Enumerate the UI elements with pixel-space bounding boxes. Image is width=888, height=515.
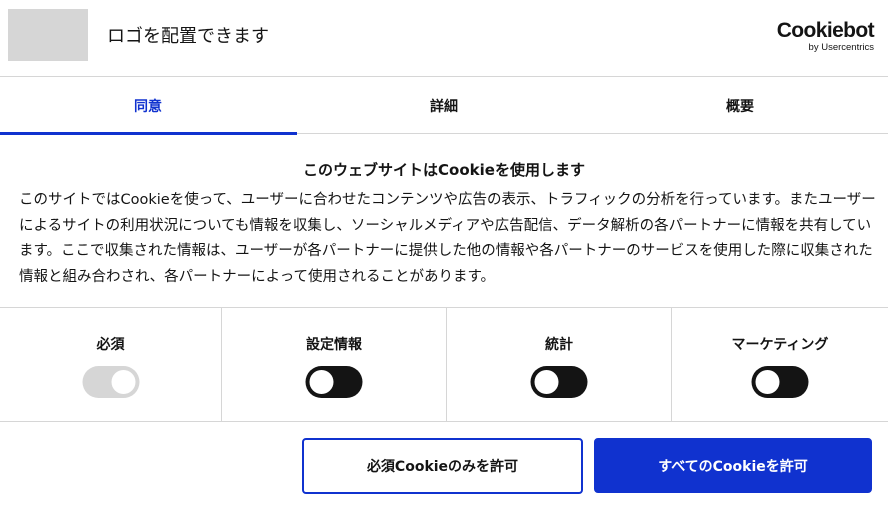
toggle-knob	[111, 370, 135, 394]
tab-about[interactable]: 概要	[592, 77, 888, 134]
marketing-toggle[interactable]	[751, 366, 809, 398]
logo-placeholder-text: ロゴを配置できます	[107, 26, 269, 47]
dialog-header: ロゴを配置できます Cookiebot by Usercentrics	[0, 0, 888, 77]
category-label: 設定情報	[306, 337, 362, 353]
category-label: 統計	[545, 337, 573, 353]
tab-bar: 同意 詳細 概要	[0, 77, 888, 135]
necessary-toggle	[82, 366, 139, 398]
tab-consent[interactable]: 同意	[0, 77, 297, 135]
category-marketing: マーケティング	[672, 308, 888, 422]
toggle-knob	[534, 370, 559, 394]
allow-all-button[interactable]: すべてのCookieを許可	[594, 438, 872, 493]
toggle-knob	[309, 370, 334, 394]
category-label: マーケティング	[731, 337, 829, 353]
cookie-consent-dialog: ロゴを配置できます Cookiebot by Usercentrics 同意 詳…	[0, 0, 888, 515]
statistics-toggle[interactable]	[530, 366, 588, 398]
consent-title: このウェブサイトはCookieを使用します	[303, 161, 585, 179]
toggle-knob	[755, 370, 780, 394]
category-necessary: 必須	[0, 308, 222, 422]
logo-placeholder	[8, 9, 88, 61]
category-preferences: 設定情報	[222, 308, 447, 422]
preferences-toggle[interactable]	[305, 366, 363, 398]
consent-content: このウェブサイトはCookieを使用します このサイトではCookieを使って、…	[0, 134, 888, 308]
brand-sub: by Usercentrics	[808, 42, 874, 53]
brand-name: Cookiebot	[776, 19, 875, 42]
tab-details[interactable]: 詳細	[296, 77, 592, 134]
category-label: 必須	[96, 337, 125, 353]
cookiebot-brand[interactable]: Cookiebot by Usercentrics	[776, 19, 875, 54]
consent-description: このサイトではCookieを使って、ユーザーに合わせたコンテンツや広告の表示、ト…	[19, 192, 876, 285]
allow-necessary-button[interactable]: 必須Cookieのみを許可	[302, 438, 583, 494]
category-statistics: 統計	[447, 308, 672, 422]
cookie-categories: 必須 設定情報 統計 マーケティング	[0, 308, 888, 422]
